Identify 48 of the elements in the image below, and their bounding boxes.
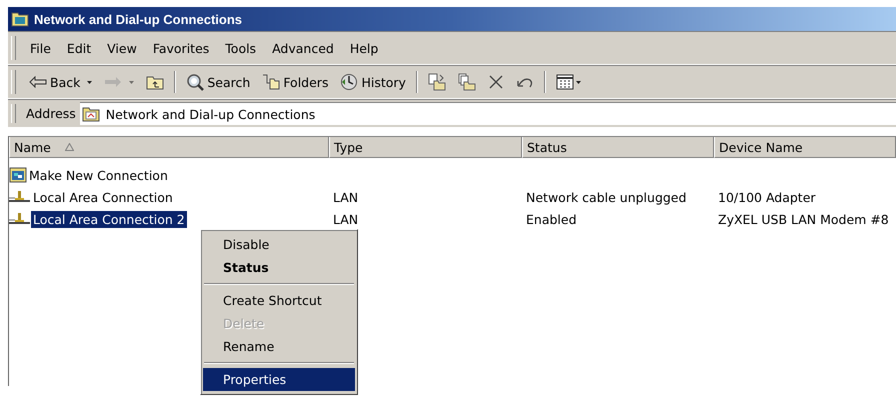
window-title: Network and Dial-up Connections [34, 12, 242, 26]
context-menu-item[interactable]: Create Shortcut [203, 289, 355, 312]
search-button[interactable]: Search [181, 71, 256, 93]
column-header[interactable]: Device Name [714, 137, 896, 158]
column-header[interactable]: Name [9, 137, 329, 158]
back-arrow-icon [29, 76, 47, 88]
menu-item[interactable]: Advanced [264, 40, 342, 56]
context-menu-item[interactable]: Disable [203, 233, 355, 256]
address-label: Address [26, 106, 76, 121]
context-menu-item[interactable]: Rename [203, 335, 355, 358]
move-to-folder-icon [428, 73, 446, 91]
column-header[interactable]: Type [329, 137, 522, 158]
menu-item[interactable]: File [22, 40, 59, 56]
table-cell-text: Network cable unplugged [525, 190, 688, 204]
network-folder-icon [82, 106, 100, 122]
table-cell-text: Enabled [525, 212, 578, 226]
history-icon [340, 73, 358, 91]
dropdown-arrow-icon [129, 80, 134, 84]
dropdown-arrow-icon [87, 80, 92, 84]
menu-item[interactable]: Edit [58, 40, 100, 56]
menu-item[interactable]: View [99, 40, 145, 56]
back-button[interactable]: Back [24, 72, 98, 92]
connection-name[interactable]: Local Area Connection 2 [31, 210, 187, 228]
network-connection-icon [9, 190, 31, 204]
menu-item[interactable]: Help [342, 40, 386, 56]
table-cell-text: 10/100 Adapter [717, 190, 817, 204]
views-icon [556, 74, 582, 90]
network-folder-icon [11, 11, 29, 27]
menu-item[interactable]: Favorites [144, 40, 218, 56]
menu-item[interactable]: Tools [217, 40, 264, 56]
delete-icon [488, 74, 504, 90]
context-menu-item[interactable]: Properties [203, 368, 355, 391]
up-folder-icon [146, 74, 164, 90]
connection-name[interactable]: Make New Connection [27, 166, 170, 184]
search-icon [186, 73, 204, 91]
folders-button[interactable]: Folders [257, 72, 334, 92]
copy-to-folder-icon [458, 73, 476, 91]
connection-name[interactable]: Local Area Connection [31, 188, 175, 206]
history-button[interactable]: History [335, 71, 411, 93]
forward-arrow-icon [104, 76, 122, 88]
column-header[interactable]: Status [522, 137, 714, 158]
context-menu-item[interactable]: Status [203, 256, 355, 279]
table-cell-text: LAN [332, 212, 360, 226]
table-cell-text: ZyXEL USB LAN Modem #8 [717, 212, 890, 226]
table-cell-text: LAN [332, 190, 360, 204]
folders-icon [262, 74, 280, 90]
address-field[interactable]: Network and Dial-up Connections [80, 102, 896, 125]
connection-wizard-icon [9, 166, 27, 184]
